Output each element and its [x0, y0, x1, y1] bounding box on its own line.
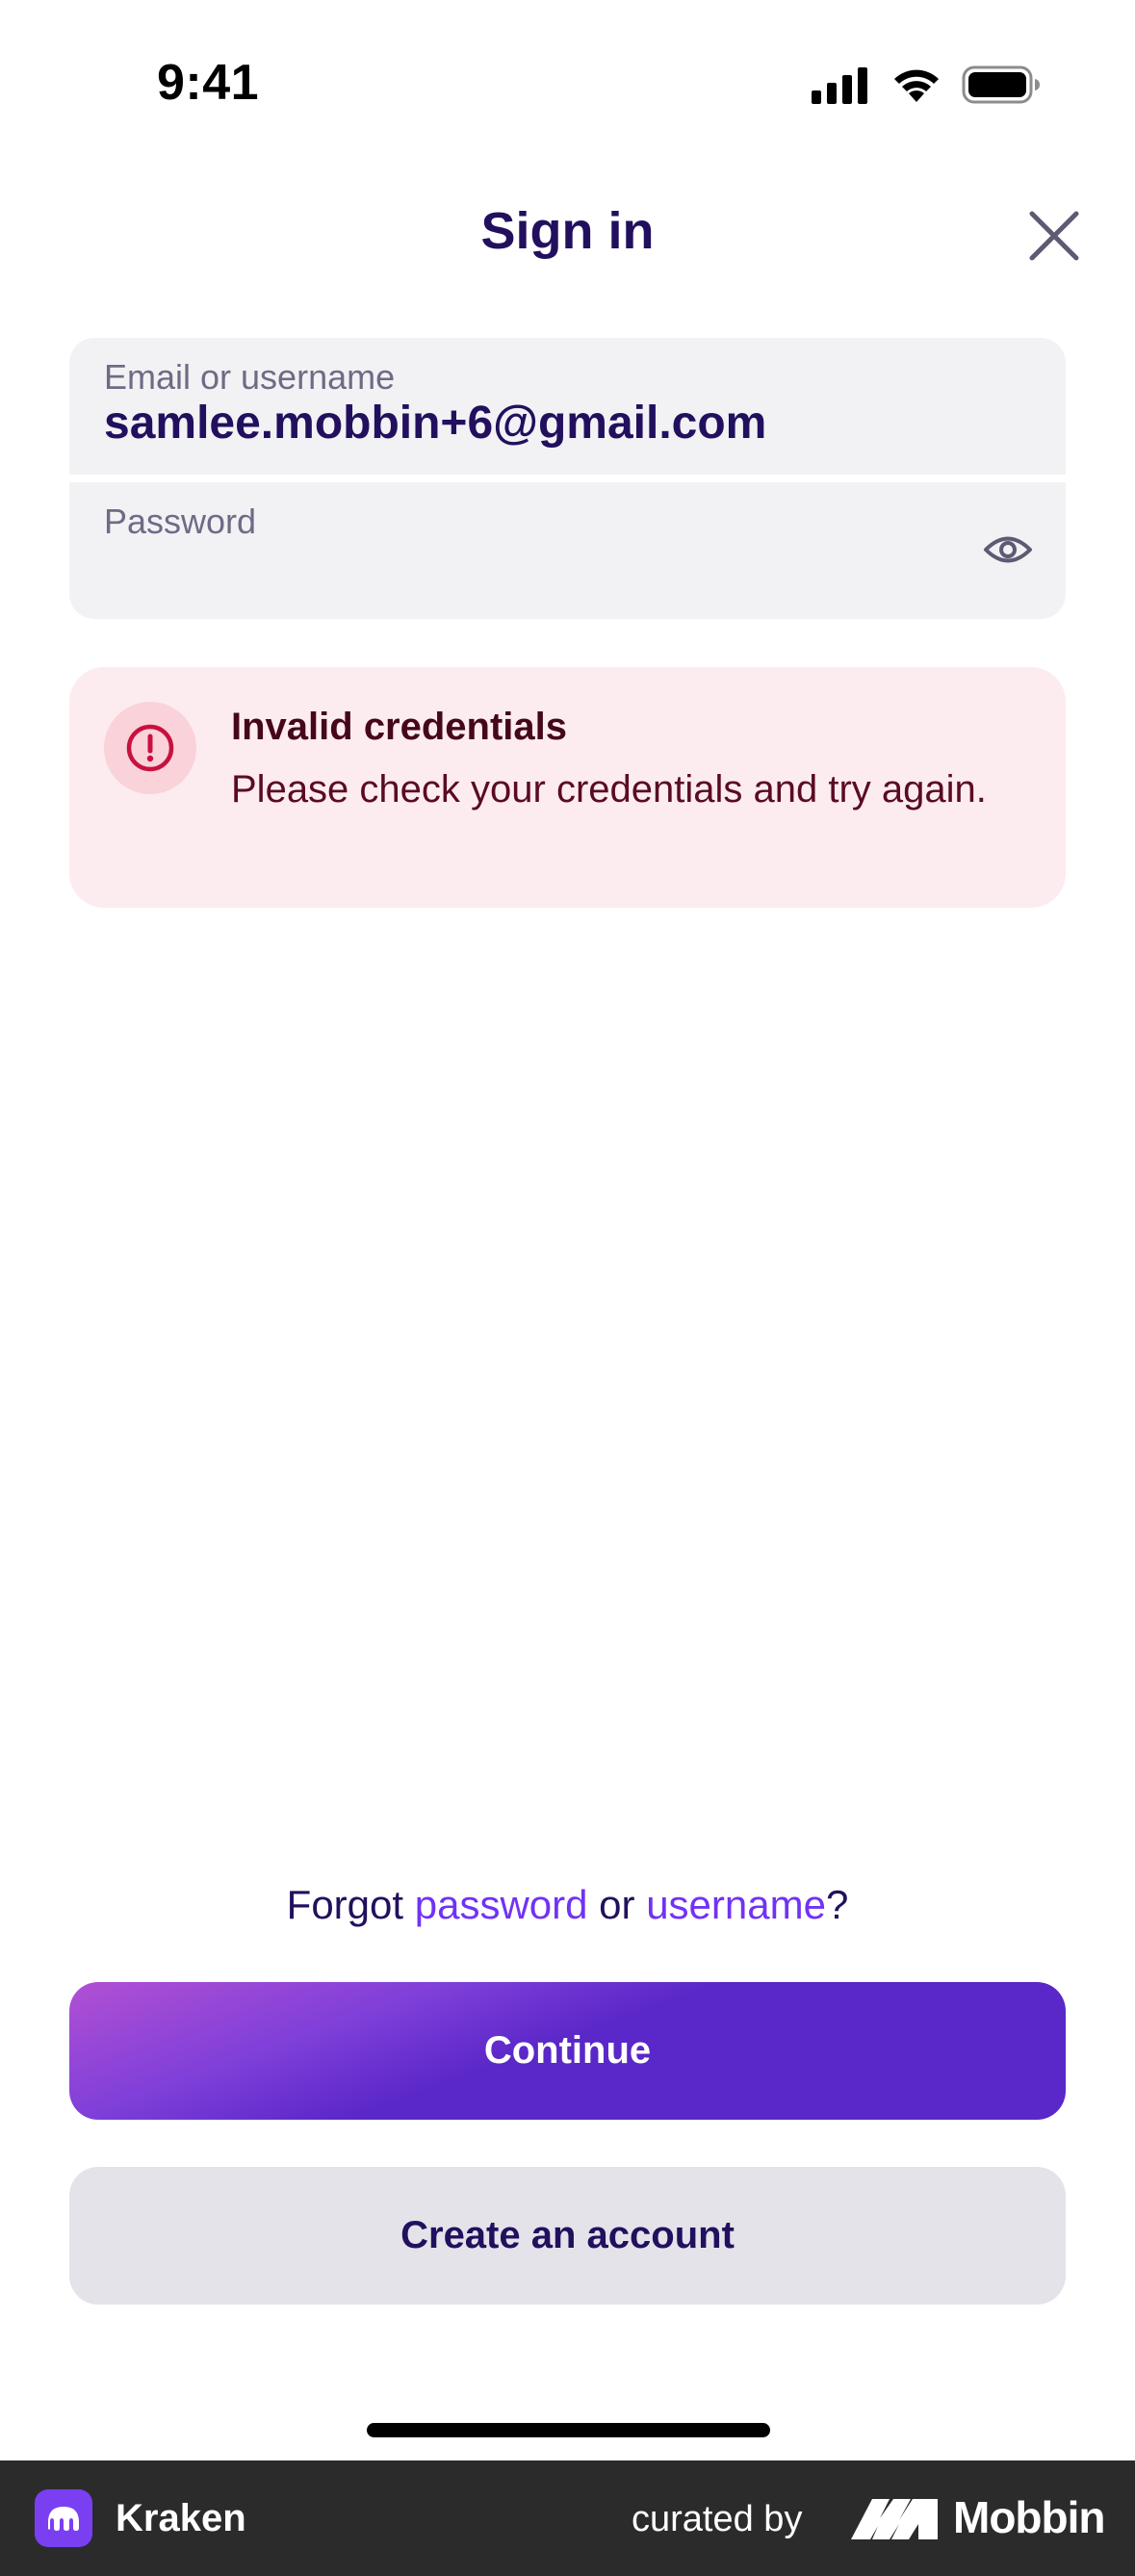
forgot-prefix: Forgot — [286, 1882, 415, 1927]
alert-title: Invalid credentials — [231, 706, 568, 748]
exclamation-circle-icon — [126, 724, 174, 772]
mobbin-brand: Mobbin — [953, 2492, 1105, 2542]
create-account-button[interactable]: Create an account — [69, 2167, 1066, 2305]
forgot-or: or — [587, 1882, 647, 1927]
kraken-logo — [35, 2489, 92, 2547]
forgot-credentials-line: Forgot password or username? — [0, 1882, 1135, 1928]
forgot-username-link[interactable]: username — [646, 1882, 826, 1927]
email-input[interactable] — [104, 397, 970, 450]
email-field-label: Email or username — [104, 357, 396, 397]
kraken-icon — [48, 2507, 79, 2531]
curated-by-label: curated by — [632, 2499, 803, 2539]
app-name: Kraken — [116, 2497, 246, 2539]
alert-message: Please check your credentials and try ag… — [231, 768, 987, 811]
close-button[interactable] — [1020, 202, 1088, 270]
password-input[interactable] — [104, 541, 970, 594]
password-field-label: Password — [104, 502, 257, 541]
forgot-suffix: ? — [825, 1882, 849, 1927]
continue-button[interactable]: Continue — [69, 1982, 1066, 2120]
mobbin-logo-icon — [851, 2499, 938, 2539]
cellular-signal-icon — [812, 67, 867, 104]
home-indicator — [367, 2423, 770, 2437]
password-field[interactable]: Password — [69, 482, 1066, 619]
footer-bar: Kraken curated by Mobbin — [0, 2460, 1135, 2576]
eye-icon — [984, 536, 1032, 563]
battery-icon — [962, 65, 1040, 104]
error-alert: Invalid credentials Please check your cr… — [69, 667, 1066, 908]
email-field[interactable]: Email or username — [69, 338, 1066, 475]
header: Sign in — [0, 188, 1135, 284]
status-time: 9:41 — [157, 55, 260, 111]
status-bar: 9:41 — [0, 0, 1135, 168]
wifi-icon — [894, 69, 939, 102]
show-password-button[interactable] — [982, 528, 1034, 572]
alert-icon-badge — [104, 702, 196, 794]
forgot-password-link[interactable]: password — [415, 1882, 588, 1927]
page-title: Sign in — [480, 202, 655, 260]
close-icon — [1029, 211, 1079, 261]
